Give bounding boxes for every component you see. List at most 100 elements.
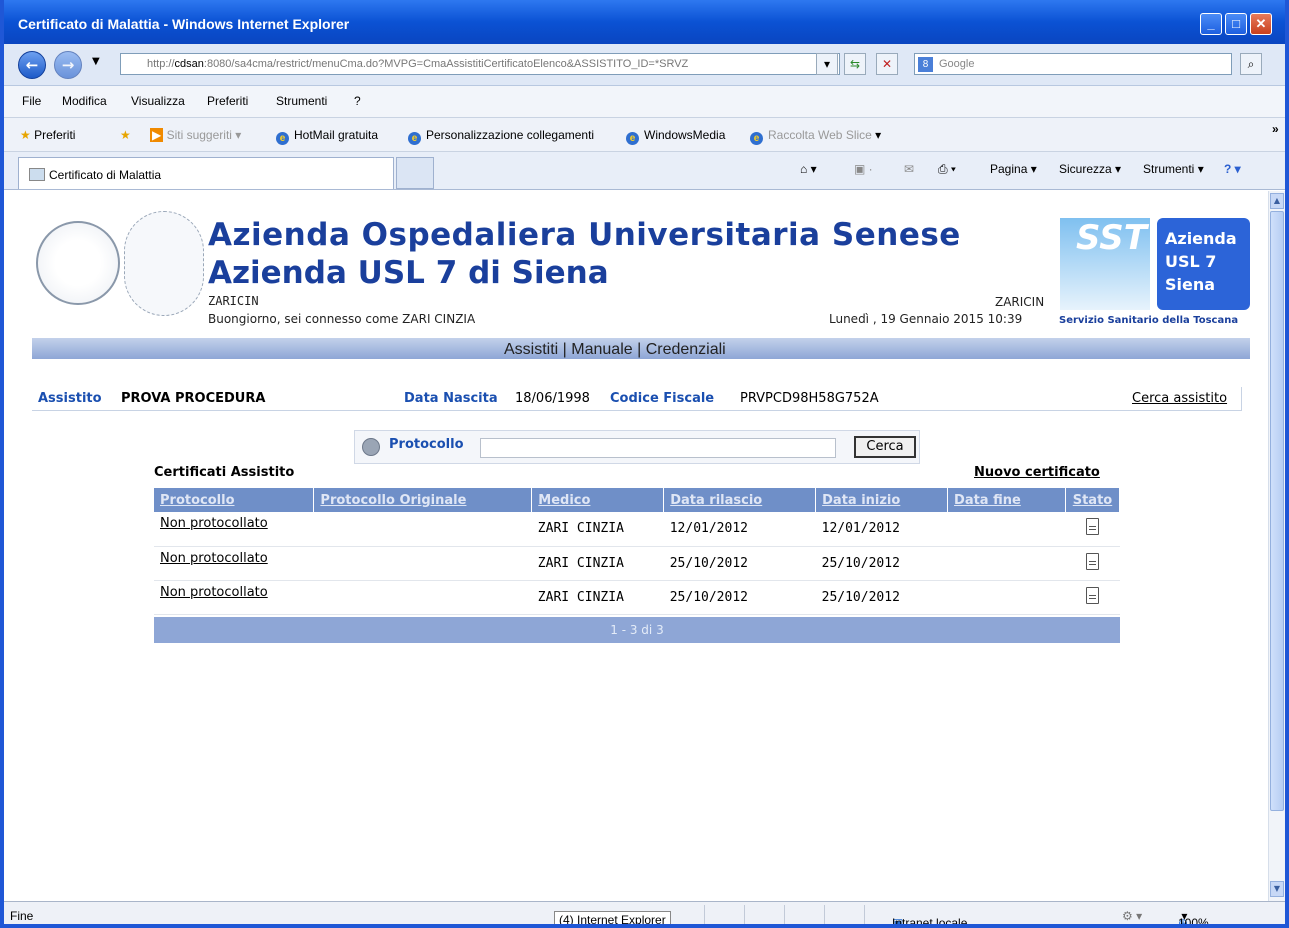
add-favorite-icon[interactable]: ★: [120, 128, 131, 142]
certificates-table: Protocollo Protocollo Originale Medico D…: [154, 488, 1121, 615]
protocollo-link[interactable]: Non protocollato: [154, 546, 314, 581]
cerca-assistito-link[interactable]: Cerca assistito: [1132, 391, 1227, 406]
page-title: Azienda Ospedaliera Universitaria Senese: [208, 217, 961, 253]
col-data-fine[interactable]: Data fine: [947, 488, 1066, 512]
tab-active[interactable]: Certificato di Malattia: [18, 157, 394, 189]
saint-seal-logo: [124, 211, 204, 316]
fav-hotmail[interactable]: e HotMail gratuita: [276, 128, 378, 145]
scroll-thumb[interactable]: [1270, 211, 1284, 811]
menu-bar: File Modifica Visualizza Preferiti Strum…: [4, 86, 1285, 118]
status-bar: Fine (4) Internet Explorer ▣ Intranet lo…: [4, 901, 1285, 924]
taskbar-tooltip: (4) Internet Explorer: [554, 911, 671, 924]
nuovo-certificato-link[interactable]: Nuovo certificato: [974, 465, 1100, 480]
mail-icon[interactable]: ✉: [904, 162, 914, 176]
google-icon: 8: [918, 57, 933, 72]
pagina-menu[interactable]: Pagina ▾: [990, 162, 1037, 176]
protocollo-link[interactable]: Non protocollato: [154, 580, 314, 615]
cell-rilascio: 25/10/2012: [663, 580, 816, 615]
sicurezza-menu[interactable]: Sicurezza ▾: [1059, 162, 1121, 176]
new-tab-button[interactable]: [396, 157, 434, 189]
maximize-button[interactable]: □: [1225, 13, 1247, 35]
fav-label: WindowsMedia: [644, 128, 726, 142]
ie-icon: e: [750, 132, 763, 145]
document-icon[interactable]: [1085, 552, 1099, 570]
cell-rilascio: 25/10/2012: [663, 546, 816, 581]
status-cell: [1065, 546, 1120, 581]
fav-windowsmedia[interactable]: e WindowsMedia: [626, 128, 725, 145]
cell-originale: [313, 546, 532, 581]
scroll-up-icon[interactable]: ▲: [1270, 193, 1284, 209]
col-stato[interactable]: Stato: [1065, 488, 1121, 512]
page-icon: [29, 168, 45, 181]
col-medico[interactable]: Medico: [531, 488, 665, 512]
scroll-down-icon[interactable]: ▼: [1270, 881, 1284, 897]
sst-logo: SST: [1060, 218, 1150, 310]
refresh-icon[interactable]: ⇆: [844, 53, 866, 75]
cf-label: Codice Fiscale: [610, 391, 715, 406]
protocollo-link[interactable]: Non protocollato: [154, 512, 314, 547]
cell-originale: [313, 580, 532, 615]
logo-line: USL 7: [1165, 252, 1217, 271]
strumenti-menu[interactable]: Strumenti ▾: [1143, 162, 1204, 176]
search-icon[interactable]: ⌕: [1240, 53, 1262, 75]
ie-icon: e: [626, 132, 639, 145]
nascita-value: 18/06/1998: [515, 391, 590, 406]
protected-mode-icon[interactable]: ⚙ ▾: [1122, 909, 1142, 923]
protocol-search: Protocollo Cerca: [354, 430, 920, 464]
fav-raccolta[interactable]: e Raccolta Web Slice ▾: [750, 128, 881, 145]
assistito-value: PROVA PROCEDURA: [121, 391, 266, 406]
cell-rilascio: 12/01/2012: [663, 512, 816, 547]
home-icon[interactable]: ⌂ ▾: [800, 162, 817, 176]
minimize-button[interactable]: _: [1200, 13, 1222, 35]
document-icon[interactable]: [1085, 586, 1099, 604]
stop-icon[interactable]: ✕: [876, 53, 898, 75]
menu-visualizza[interactable]: Visualizza: [131, 94, 185, 108]
help-icon[interactable]: ? ▾: [1224, 162, 1241, 176]
more-chevron-icon[interactable]: »: [1272, 122, 1279, 136]
cell-inizio: 25/10/2012: [815, 546, 948, 581]
menu-file[interactable]: File: [22, 94, 41, 108]
patient-bar: Assistito PROVA PROCEDURA Data Nascita 1…: [32, 387, 1242, 411]
table-row: Non protocollato ZARI CINZIA 25/10/2012 …: [154, 580, 1120, 615]
menu-strumenti[interactable]: Strumenti: [276, 94, 327, 108]
window-title: Certificato di Malattia - Windows Intern…: [18, 16, 350, 32]
cell-medico: ZARI CINZIA: [531, 580, 664, 615]
assistito-label: Assistito: [38, 391, 102, 406]
col-protocollo-originale[interactable]: Protocollo Originale: [313, 488, 533, 512]
zoom-control[interactable]: ⊕ 100% ▾: [1178, 909, 1209, 924]
fav-personalizzazione[interactable]: e Personalizzazione collegamenti: [408, 128, 594, 145]
search-input[interactable]: 8 Google: [914, 53, 1232, 75]
vertical-scrollbar[interactable]: ▲ ▼: [1268, 191, 1285, 901]
feeds-icon[interactable]: ▣ ·: [854, 162, 873, 176]
address-input[interactable]: http://cdsan:8080/sa4cma/restrict/menuCm…: [120, 53, 840, 75]
pager: 1 - 3 di 3: [154, 617, 1120, 643]
greeting-text: Buongiorno, sei connesso come ZARI CINZI…: [208, 312, 476, 326]
col-data-rilascio[interactable]: Data rilascio: [663, 488, 817, 512]
col-data-inizio[interactable]: Data inizio: [815, 488, 949, 512]
browser-window: Certificato di Malattia - Windows Intern…: [0, 0, 1289, 928]
address-dropdown-icon[interactable]: ▾: [816, 53, 838, 75]
cf-value: PRVPCD98H58G752A: [740, 391, 879, 406]
user-code-right: ZARICIN: [995, 295, 1045, 309]
menu-help[interactable]: ?: [354, 94, 361, 108]
cell-fine: [947, 580, 1066, 615]
close-button[interactable]: ✕: [1250, 13, 1272, 35]
user-code: ZARICIN: [208, 294, 259, 308]
cell-medico: ZARI CINZIA: [531, 512, 664, 547]
nascita-label: Data Nascita: [404, 391, 498, 406]
forward-button[interactable]: →: [54, 51, 82, 79]
cerca-button[interactable]: Cerca: [854, 436, 916, 458]
col-protocollo[interactable]: Protocollo: [154, 488, 315, 512]
document-icon[interactable]: [1085, 518, 1099, 536]
main-nav[interactable]: Assistiti | Manuale | Credenziali: [504, 341, 726, 359]
favorites-button[interactable]: ★ Preferiti: [20, 128, 75, 142]
protocol-input[interactable]: [480, 438, 836, 458]
history-dropdown-icon[interactable]: ▼: [92, 56, 100, 67]
back-button[interactable]: ←: [18, 51, 46, 79]
menu-modifica[interactable]: Modifica: [62, 94, 107, 108]
menu-preferiti[interactable]: Preferiti: [207, 94, 248, 108]
fav-siti-suggeriti[interactable]: ▶ Siti suggeriti ▾: [150, 128, 241, 142]
print-icon[interactable]: ⎙ ▾: [938, 162, 956, 177]
university-seal-logo: [36, 221, 120, 305]
logo-line: Azienda: [1165, 229, 1237, 248]
